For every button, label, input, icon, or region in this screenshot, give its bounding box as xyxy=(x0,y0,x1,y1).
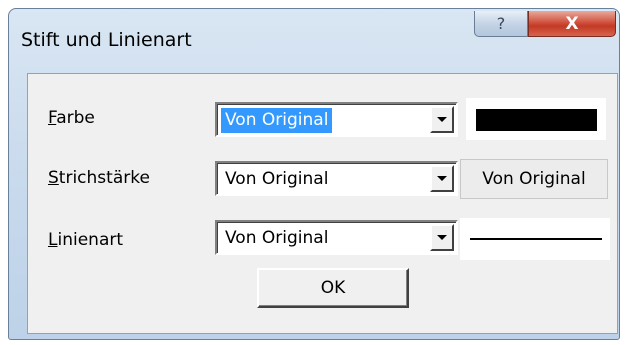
linetype-select-value: Von Original xyxy=(225,228,329,248)
color-swatch xyxy=(476,109,597,131)
linetype-label-rest: inienart xyxy=(57,230,124,250)
linetype-select[interactable]: Von Original xyxy=(215,220,458,255)
width-label-mnemonic: S xyxy=(48,168,59,188)
close-icon: X xyxy=(565,13,579,34)
color-select[interactable]: Von Original xyxy=(215,102,458,137)
linetype-dropdown-button[interactable] xyxy=(430,224,454,251)
dialog-client-area: Farbe Von Original Strichstärke Von Orig… xyxy=(27,73,618,334)
linetype-preview xyxy=(460,218,610,260)
ok-button[interactable]: OK xyxy=(257,268,409,308)
color-select-value: Von Original xyxy=(221,108,333,133)
chevron-down-icon xyxy=(437,117,447,122)
color-label-mnemonic: F xyxy=(48,108,57,128)
line-sample xyxy=(470,238,602,240)
width-dropdown-button[interactable] xyxy=(430,165,454,192)
help-button[interactable]: ? xyxy=(474,11,528,37)
width-select[interactable]: Von Original xyxy=(215,161,458,196)
color-label: Farbe xyxy=(48,108,95,128)
dialog-title: Stift und Linienart xyxy=(21,29,192,51)
width-select-value: Von Original xyxy=(225,169,329,189)
chevron-down-icon xyxy=(437,176,447,181)
chevron-down-icon xyxy=(437,235,447,240)
linetype-label: Linienart xyxy=(48,230,123,250)
width-preview: Von Original xyxy=(460,159,608,199)
help-icon: ? xyxy=(496,14,506,33)
dialog-window: Stift und Linienart ? X Farbe Von Origin… xyxy=(8,8,620,340)
color-label-rest: arbe xyxy=(56,108,95,128)
color-preview xyxy=(466,98,606,140)
width-label-rest: trichstärke xyxy=(58,168,150,188)
close-button[interactable]: X xyxy=(528,11,616,37)
width-label: Strichstärke xyxy=(48,168,150,188)
color-dropdown-button[interactable] xyxy=(430,106,454,133)
